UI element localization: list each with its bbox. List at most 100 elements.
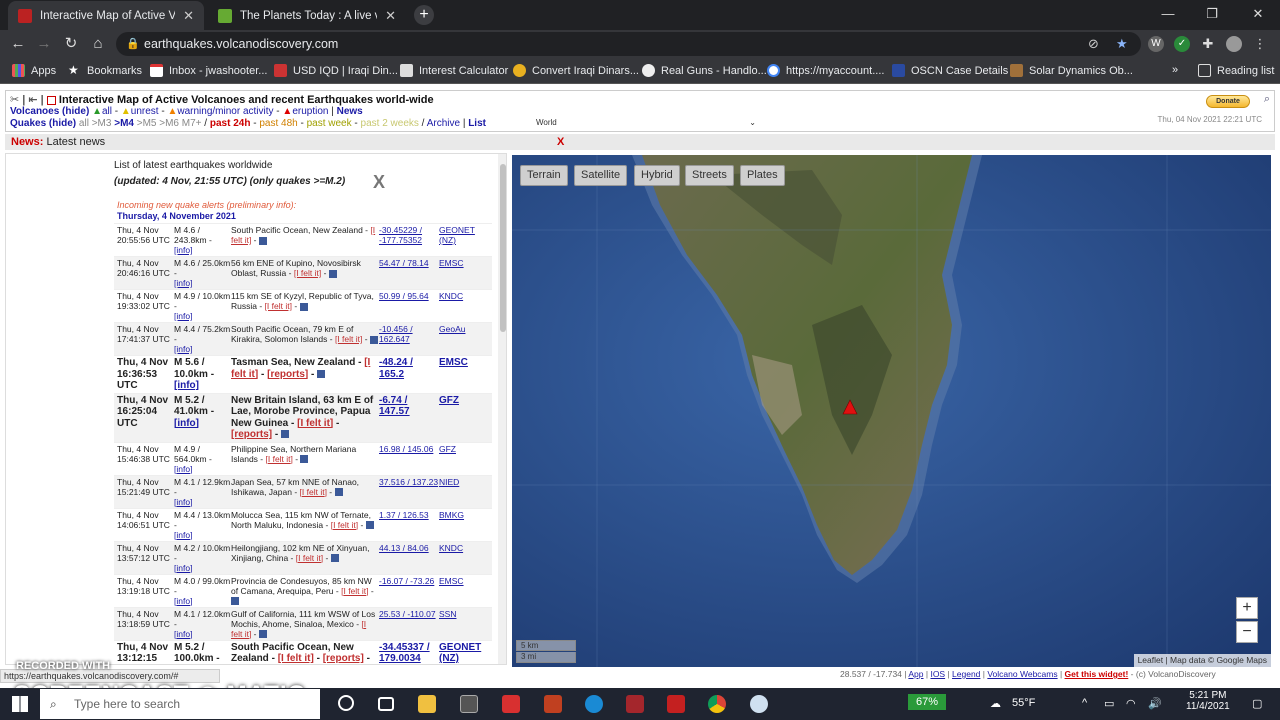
list-link[interactable]: List: [468, 118, 486, 129]
webcams-link[interactable]: Volcano Webcams: [987, 669, 1057, 679]
quake-agency[interactable]: GEONET (NZ): [439, 642, 492, 665]
quake-agency[interactable]: GFZ: [439, 444, 492, 474]
volcanoes-toggle-link[interactable]: Volcanoes (hide): [10, 106, 89, 117]
extension-check-icon[interactable]: ✓: [1174, 36, 1190, 52]
profile-avatar[interactable]: [1226, 36, 1242, 52]
app-link[interactable]: App: [908, 669, 923, 679]
zoom-out-button[interactable]: −: [1236, 621, 1258, 643]
reports-link[interactable]: [reports]: [231, 429, 272, 440]
quake-24h-link[interactable]: past 24h: [210, 118, 251, 129]
map-terrain-button[interactable]: Terrain: [520, 165, 568, 186]
bookmark-oscn[interactable]: OSCN Case Details: [892, 64, 1008, 77]
quake-coords[interactable]: 44.13 / 84.06: [379, 543, 439, 573]
volcano-unrest-link[interactable]: unrest: [131, 106, 159, 117]
info-link[interactable]: [info]: [174, 596, 192, 606]
facebook-icon[interactable]: [334, 488, 343, 497]
facebook-icon[interactable]: [281, 430, 290, 439]
widget-link[interactable]: Get this widget!: [1065, 669, 1129, 679]
app-s-icon[interactable]: [667, 695, 685, 713]
quake-agency[interactable]: GFZ: [439, 395, 492, 441]
reports-link[interactable]: [reports]: [267, 369, 308, 380]
info-link[interactable]: [info]: [174, 497, 192, 507]
quake-coords[interactable]: -30.45229 / -177.75352: [379, 225, 439, 255]
tray-chevron-icon[interactable]: ^: [1082, 697, 1087, 709]
felt-it-link[interactable]: [I felt it]: [297, 418, 333, 429]
felt-it-link[interactable]: [I felt it]: [335, 334, 362, 344]
weather-temp[interactable]: 55°F: [1012, 697, 1035, 709]
tracking-blocked-icon[interactable]: ⊘: [1088, 36, 1099, 52]
felt-it-link[interactable]: [I felt it]: [341, 586, 368, 596]
quake-48h-link[interactable]: past 48h: [259, 118, 297, 129]
tab-planets-today[interactable]: The Planets Today : A live view of ✕: [208, 1, 406, 30]
quake-coords[interactable]: -10.456 / 162.647: [379, 324, 439, 354]
quake-agency[interactable]: EMSC: [439, 357, 492, 392]
access-icon[interactable]: [626, 695, 644, 713]
reload-icon[interactable]: ↻: [61, 34, 81, 54]
quake-m7-link[interactable]: M7+: [182, 118, 202, 129]
file-explorer-icon[interactable]: [418, 695, 436, 713]
info-link[interactable]: [info]: [174, 344, 192, 354]
felt-it-link[interactable]: [I felt it]: [266, 454, 293, 464]
network-icon[interactable]: ▭: [1104, 697, 1114, 710]
info-link[interactable]: [info]: [174, 278, 192, 288]
tools-icon[interactable]: ✂ | ⇤ |: [10, 94, 47, 106]
facebook-icon[interactable]: [330, 554, 339, 563]
bookmark-myaccount[interactable]: https://myaccount....: [767, 64, 884, 77]
quake-m6-link[interactable]: >M6: [159, 118, 179, 129]
quake-agency[interactable]: NIED: [439, 477, 492, 507]
quake-week-link[interactable]: past week: [307, 118, 352, 129]
quake-m5-link[interactable]: >M5: [137, 118, 157, 129]
quake-agency[interactable]: SSN: [439, 609, 492, 639]
facebook-icon[interactable]: [300, 455, 309, 464]
cortana-icon[interactable]: [338, 695, 354, 711]
quake-agency[interactable]: EMSC: [439, 258, 492, 288]
facebook-icon[interactable]: [328, 269, 337, 278]
archive-link[interactable]: Archive: [427, 118, 460, 129]
felt-it-link[interactable]: [I felt it]: [300, 487, 327, 497]
legend-link[interactable]: Legend: [952, 669, 980, 679]
info-link[interactable]: [info]: [174, 563, 192, 573]
quake-coords[interactable]: 37.516 / 137.23: [379, 477, 439, 507]
close-tab-icon[interactable]: ✕: [183, 8, 194, 24]
zoom-in-button[interactable]: +: [1236, 597, 1258, 619]
volcano-warning-link[interactable]: warning/minor activity: [177, 106, 273, 117]
close-tab-icon[interactable]: ✕: [385, 8, 396, 24]
app-red-icon[interactable]: [502, 695, 520, 713]
bookmark-usd-iqd[interactable]: USD IQD | Iraqi Din...: [274, 64, 398, 77]
quake-m4-link[interactable]: >M4: [114, 118, 134, 129]
facebook-icon[interactable]: [365, 521, 374, 530]
address-bar[interactable]: 🔒 earthquakes.volcanodiscovery.com ⊘ ★: [116, 32, 1141, 56]
latest-news-text[interactable]: Latest news: [46, 136, 105, 148]
bookmarks-overflow-icon[interactable]: »: [1172, 64, 1178, 76]
info-link[interactable]: [info]: [174, 629, 192, 639]
quake-coords[interactable]: 1.37 / 126.53: [379, 510, 439, 540]
url-text[interactable]: earthquakes.volcanodiscovery.com: [144, 37, 338, 51]
facebook-icon[interactable]: [369, 335, 378, 344]
donate-button[interactable]: Donate: [1206, 95, 1250, 108]
felt-it-link[interactable]: [I felt it]: [331, 520, 358, 530]
bookmark-solar-dynamics[interactable]: Solar Dynamics Ob...: [1010, 64, 1133, 77]
battery-indicator[interactable]: 67%: [908, 694, 947, 710]
felt-it-link[interactable]: [I felt it]: [278, 653, 314, 664]
bookmark-interest-calculator[interactable]: Interest Calculator: [400, 64, 508, 77]
quake-coords[interactable]: -6.74 / 147.57: [379, 395, 439, 441]
quake-all-link[interactable]: all: [79, 118, 89, 129]
notifications-icon[interactable]: ▢: [1252, 697, 1262, 710]
quake-agency[interactable]: BMKG: [439, 510, 492, 540]
quake-2weeks-link[interactable]: past 2 weeks: [361, 118, 419, 129]
quake-coords[interactable]: -48.24 / 165.2: [379, 357, 439, 392]
ios-link[interactable]: IOS: [930, 669, 945, 679]
bookmark-gmail[interactable]: Inbox - jwashooter...: [150, 64, 267, 77]
forward-arrow-icon[interactable]: →: [34, 34, 54, 54]
map-satellite-button[interactable]: Satellite: [574, 165, 628, 186]
scroll-thumb[interactable]: [500, 164, 506, 332]
quake-coords[interactable]: 54.47 / 78.14: [379, 258, 439, 288]
maximize-icon[interactable]: ❐: [1190, 0, 1234, 30]
facebook-icon[interactable]: [299, 302, 308, 311]
extension-w-icon[interactable]: W: [1148, 36, 1164, 52]
info-link[interactable]: [info]: [174, 311, 192, 321]
map-plates-button[interactable]: Plates: [740, 165, 785, 186]
chrome-icon[interactable]: [708, 695, 726, 713]
quake-coords[interactable]: -34.45337 / 179.0034: [379, 642, 439, 665]
facebook-icon[interactable]: [231, 597, 239, 606]
